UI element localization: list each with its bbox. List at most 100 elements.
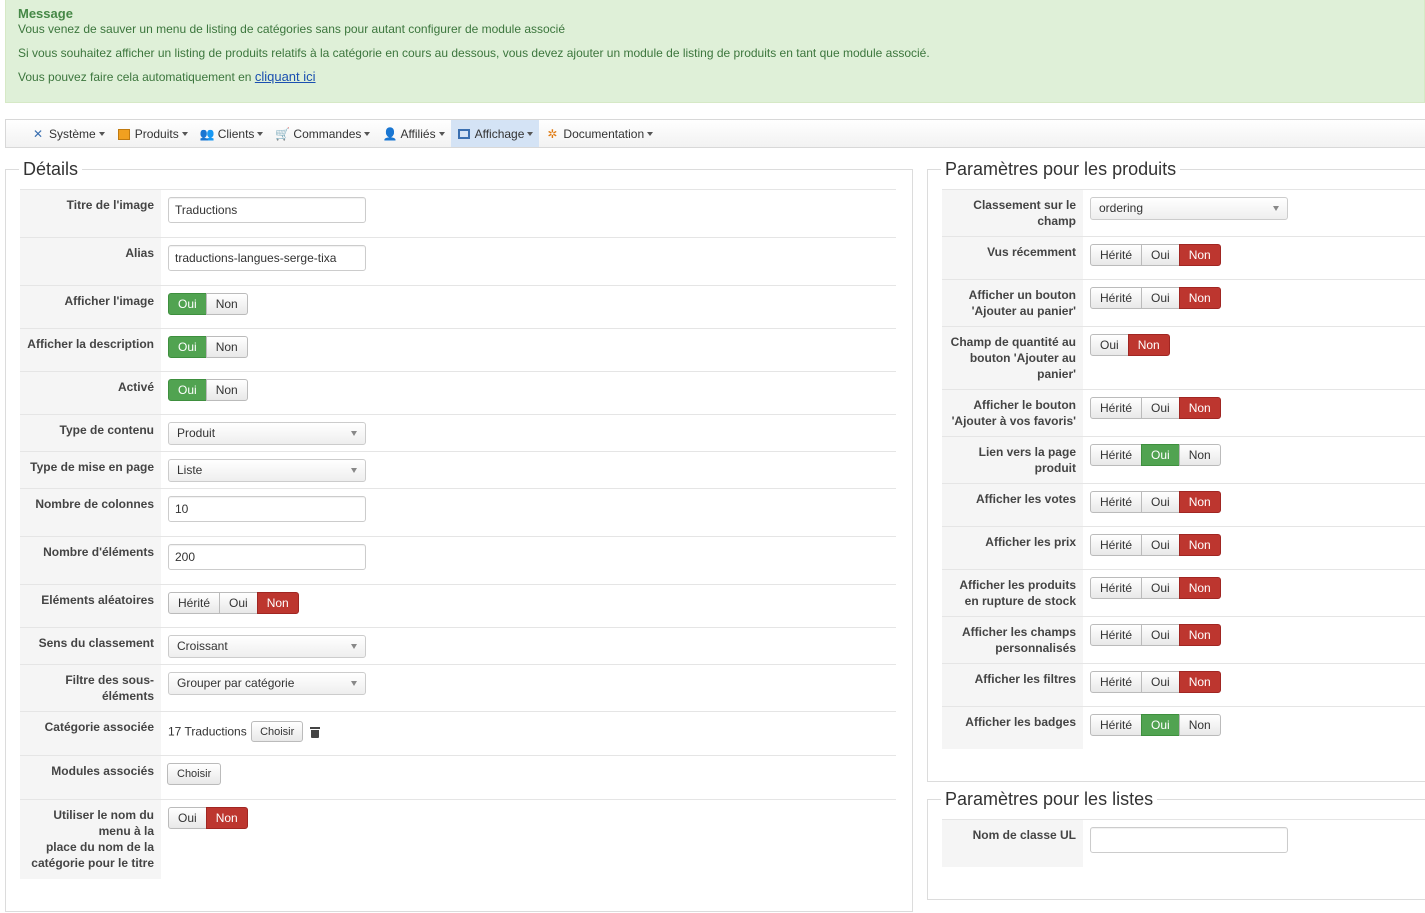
champ-quantite-oui-button[interactable]: Oui (1090, 334, 1129, 356)
type-mise-en-page-select[interactable]: Liste (168, 459, 366, 482)
rupture-stock-oui-button[interactable]: Oui (1141, 577, 1180, 599)
aleatoires-non-button[interactable]: Non (256, 592, 299, 614)
menu-commandes[interactable]: 🛒 Commandes (269, 120, 376, 147)
afficher-filtres-non-button[interactable]: Non (1178, 671, 1221, 693)
bouton-favoris-label-line-1: Afficher le bouton (973, 398, 1076, 412)
alert-line-1: Vous venez de sauver un menu de listing … (18, 22, 566, 36)
chevron-down-icon (438, 131, 445, 136)
afficher-prix-oui-button[interactable]: Oui (1141, 534, 1180, 556)
menu-affichage[interactable]: Affichage (450, 120, 540, 147)
chevron-down-icon (257, 131, 264, 136)
bouton-panier-non-button[interactable]: Non (1178, 287, 1221, 309)
classement-select[interactable]: ordering (1090, 197, 1288, 220)
vus-recemment-oui-button[interactable]: Oui (1141, 244, 1180, 266)
afficher-prix-herite-button[interactable]: Hérité (1090, 534, 1143, 556)
rupture-stock-herite-button[interactable]: Hérité (1090, 577, 1143, 599)
nom-classe-ul-input[interactable] (1090, 827, 1288, 853)
afficher-prix-non-button[interactable]: Non (1178, 534, 1221, 556)
chevron-down-icon (351, 431, 357, 436)
alias-label: Alias (20, 238, 161, 285)
nb-colonnes-input[interactable]: 10 (168, 496, 366, 522)
afficher-badges-herite-button[interactable]: Hérité (1090, 714, 1143, 736)
bouton-favoris-herite-button[interactable]: Hérité (1090, 397, 1143, 419)
aleatoires-oui-button[interactable]: Oui (219, 592, 258, 614)
active-oui-button[interactable]: Oui (168, 379, 207, 401)
afficher-badges-non-button[interactable]: Non (1178, 714, 1221, 736)
menu-affichage-label: Affichage (474, 126, 525, 141)
menu-documentation[interactable]: ✲ Documentation (539, 120, 659, 147)
nom-menu-non-button[interactable]: Non (205, 807, 248, 829)
champs-personnalises-herite-button[interactable]: Hérité (1090, 624, 1143, 646)
menu-systeme[interactable]: ✕ Système (25, 120, 111, 147)
lien-produit-non-button[interactable]: Non (1178, 444, 1221, 466)
trash-icon[interactable] (309, 726, 320, 738)
champs-personnalises-non-button[interactable]: Non (1178, 624, 1221, 646)
titre-label: Titre de l'image (20, 190, 161, 237)
champs-personnalises-label-line-2: personnalisés (995, 641, 1076, 655)
vus-recemment-herite-button[interactable]: Hérité (1090, 244, 1143, 266)
rupture-stock-non-button[interactable]: Non (1178, 577, 1221, 599)
afficher-image-non-button[interactable]: Non (205, 293, 248, 315)
lien-produit-label: Lien vers la page produit (942, 437, 1083, 483)
afficher-description-oui-button[interactable]: Oui (168, 336, 207, 358)
champs-personnalises-label: Afficher les champs personnalisés (942, 617, 1083, 663)
rupture-stock-label-line-2: en rupture de stock (964, 594, 1076, 608)
sens-select[interactable]: Croissant (168, 635, 366, 658)
afficher-votes-non-button[interactable]: Non (1178, 491, 1221, 513)
auto-create-link[interactable]: cliquant ici (255, 69, 316, 84)
bouton-favoris-label-line-2: 'Ajouter à vos favoris' (951, 414, 1076, 428)
chevron-down-icon (364, 131, 371, 136)
menu-clients[interactable]: 👥 Clients (194, 120, 270, 147)
menu-affilies[interactable]: 👤 Affiliés (376, 120, 450, 147)
type-contenu-select[interactable]: Produit (168, 422, 366, 445)
cart-icon: 🛒 (275, 126, 291, 141)
bouton-favoris-non-button[interactable]: Non (1178, 397, 1221, 419)
afficher-badges-oui-button[interactable]: Oui (1141, 714, 1180, 736)
active-non-button[interactable]: Non (205, 379, 248, 401)
filtre-select[interactable]: Grouper par catégorie (168, 672, 366, 695)
afficher-description-non-button[interactable]: Non (205, 336, 248, 358)
users-icon: 👥 (199, 126, 215, 141)
type-contenu-label: Type de contenu (20, 415, 161, 451)
active-toggle: Oui Non (168, 379, 248, 401)
menu-commandes-label: Commandes (293, 126, 362, 141)
bouton-favoris-oui-button[interactable]: Oui (1141, 397, 1180, 419)
chevron-down-icon (1273, 206, 1279, 211)
afficher-filtres-oui-button[interactable]: Oui (1141, 671, 1180, 693)
modules-choisir-button[interactable]: Choisir (167, 763, 222, 785)
aleatoires-herite-button[interactable]: Hérité (168, 592, 221, 614)
champs-personnalises-oui-button[interactable]: Oui (1141, 624, 1180, 646)
afficher-votes-oui-button[interactable]: Oui (1141, 491, 1180, 513)
afficher-votes-label: Afficher les votes (942, 484, 1083, 526)
row-active: Activé Oui Non (20, 371, 896, 414)
chevron-down-icon (181, 131, 188, 136)
lien-produit-label-line-2: produit (1034, 461, 1076, 475)
titre-input[interactable]: Traductions (168, 197, 366, 223)
bouton-panier-oui-button[interactable]: Oui (1141, 287, 1180, 309)
vus-recemment-non-button[interactable]: Non (1178, 244, 1221, 266)
menu-systeme-label: Système (49, 126, 96, 141)
alias-input[interactable]: traductions-langues-serge-tixa (168, 245, 366, 271)
row-nb-colonnes: Nombre de colonnes 10 (20, 488, 896, 536)
nom-menu-oui-button[interactable]: Oui (168, 807, 207, 829)
afficher-image-oui-button[interactable]: Oui (168, 293, 207, 315)
afficher-description-toggle: Oui Non (168, 336, 248, 358)
lien-produit-herite-button[interactable]: Hérité (1090, 444, 1143, 466)
nb-elements-input[interactable]: 200 (168, 544, 366, 570)
row-nom-classe-ul: Nom de classe UL (942, 819, 1425, 867)
bouton-panier-herite-button[interactable]: Hérité (1090, 287, 1143, 309)
alert-line-3: Vous pouvez faire cela automatiquement e… (18, 69, 1412, 85)
categorie-choisir-button[interactable]: Choisir (251, 721, 304, 742)
aleatoires-label: Eléments aléatoires (20, 585, 161, 627)
active-label: Activé (20, 372, 161, 414)
nom-menu-label-line-4: catégorie pour le titre (31, 856, 154, 870)
row-afficher-prix: Afficher les prix Hérité Oui Non (942, 526, 1425, 569)
lien-produit-oui-button[interactable]: Oui (1141, 444, 1180, 466)
menu-produits[interactable]: Produits (111, 120, 194, 147)
champ-quantite-non-button[interactable]: Non (1127, 334, 1170, 356)
filtre-label-line-2: éléments (101, 689, 154, 703)
afficher-votes-herite-button[interactable]: Hérité (1090, 491, 1143, 513)
vus-recemment-toggle: Hérité Oui Non (1090, 244, 1221, 266)
afficher-filtres-herite-button[interactable]: Hérité (1090, 671, 1143, 693)
nom-menu-label: Utiliser le nom du menu à la place du no… (20, 800, 161, 879)
